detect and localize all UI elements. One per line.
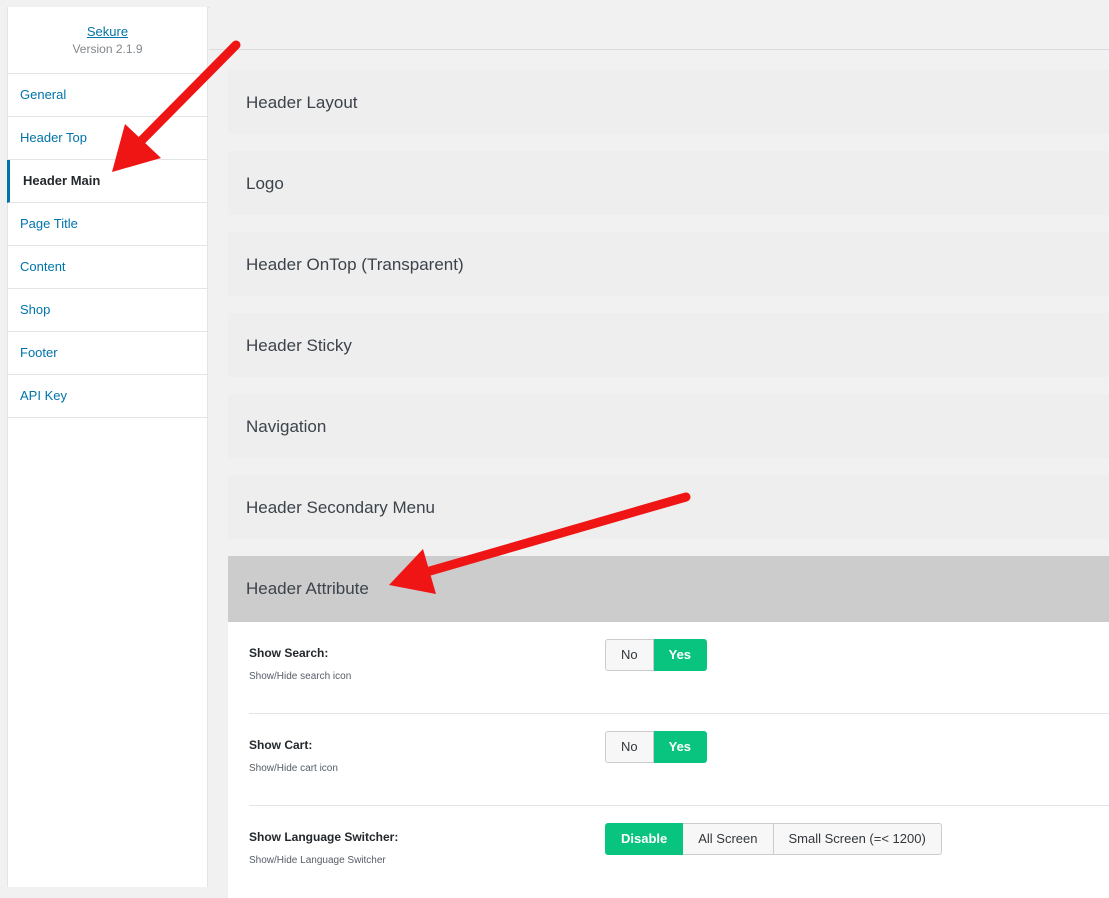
show-search-yes-button[interactable]: Yes [653,639,708,671]
show-search-no-button[interactable]: No [605,639,654,671]
section-header-ontop[interactable]: Header OnTop (Transparent) [228,232,1109,296]
sidebar-item-header-top[interactable]: Header Top [8,117,207,160]
field-show-language-switcher: Show Language Switcher: Show/Hide Langua… [249,806,1109,898]
language-disable-button[interactable]: Disable [605,823,684,855]
language-switcher-toggle: Disable All Screen Small Screen (=< 1200… [605,823,942,855]
left-gutter [0,7,7,887]
field-show-cart: Show Cart: Show/Hide cart icon No Yes [249,714,1109,806]
sidebar-item-header-main[interactable]: Header Main [7,160,207,203]
show-search-toggle: No Yes [605,639,708,671]
show-search-desc: Show/Hide search icon [249,671,352,682]
section-logo[interactable]: Logo [228,151,1109,215]
section-header-attribute[interactable]: Header Attribute [228,556,1109,622]
show-cart-yes-button[interactable]: Yes [653,731,708,763]
sidebar-item-page-title[interactable]: Page Title [8,203,207,246]
theme-version: Version 2.1.9 [72,42,143,56]
sidebar-item-shop[interactable]: Shop [8,289,207,332]
options-sidebar: Sekure Version 2.1.9 General Header Top … [7,7,208,887]
sidebar-nav: General Header Top Header Main Page Titl… [7,74,207,418]
language-all-screen-button[interactable]: All Screen [683,823,774,855]
section-header-sticky[interactable]: Header Sticky [228,313,1109,377]
section-header-secondary-menu[interactable]: Header Secondary Menu [228,475,1109,539]
brand-block: Sekure Version 2.1.9 [8,7,207,74]
show-search-label: Show Search: [249,646,329,660]
theme-name-link[interactable]: Sekure [8,24,207,40]
sidebar-item-general[interactable]: General [8,74,207,117]
sidebar-item-content[interactable]: Content [8,246,207,289]
sidebar-item-footer[interactable]: Footer [8,332,207,375]
show-language-switcher-label: Show Language Switcher: [249,830,399,844]
show-cart-desc: Show/Hide cart icon [249,763,338,774]
section-navigation[interactable]: Navigation [228,394,1109,458]
sidebar-item-api-key[interactable]: API Key [8,375,207,418]
show-cart-toggle: No Yes [605,731,708,763]
field-show-search: Show Search: Show/Hide search icon No Ye… [249,622,1109,714]
show-cart-label: Show Cart: [249,738,313,752]
show-cart-no-button[interactable]: No [605,731,654,763]
header-attribute-body: Show Search: Show/Hide search icon No Ye… [228,622,1109,898]
show-language-switcher-desc: Show/Hide Language Switcher [249,855,386,866]
section-header-layout[interactable]: Header Layout [228,70,1109,134]
main-header-bar [209,7,1109,50]
options-main: Header Layout Logo Header OnTop (Transpa… [209,7,1109,898]
section-list: Header Layout Logo Header OnTop (Transpa… [228,70,1109,898]
language-small-screen-button[interactable]: Small Screen (=< 1200) [773,823,942,855]
